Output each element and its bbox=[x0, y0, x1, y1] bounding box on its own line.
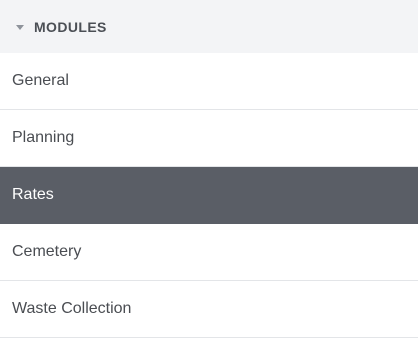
module-item-label: Rates bbox=[12, 186, 54, 203]
module-item-cemetery[interactable]: Cemetery bbox=[0, 224, 418, 281]
caret-down-icon bbox=[16, 24, 24, 30]
modules-panel: MODULES General Planning Rates Cemetery … bbox=[0, 0, 418, 343]
module-item-waste-collection[interactable]: Waste Collection bbox=[0, 281, 418, 338]
module-item-label: Planning bbox=[12, 129, 75, 146]
module-item-label: General bbox=[12, 72, 69, 89]
module-item-label: Cemetery bbox=[12, 243, 82, 260]
module-item-general[interactable]: General bbox=[0, 53, 418, 110]
module-item-label: Waste Collection bbox=[12, 300, 132, 317]
module-item-rates[interactable]: Rates bbox=[0, 167, 418, 224]
module-item-planning[interactable]: Planning bbox=[0, 110, 418, 167]
modules-header-label: MODULES bbox=[34, 18, 107, 35]
modules-header[interactable]: MODULES bbox=[0, 0, 418, 53]
modules-list: General Planning Rates Cemetery Waste Co… bbox=[0, 53, 418, 338]
